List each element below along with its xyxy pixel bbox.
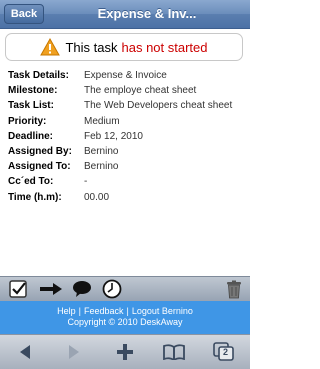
detail-value: The Web Developers cheat sheet bbox=[84, 100, 233, 112]
detail-label: Priority: bbox=[8, 115, 47, 127]
back-arrow-icon[interactable] bbox=[12, 339, 38, 365]
detail-label: Deadline: bbox=[8, 130, 54, 142]
detail-row: Deadline: Feb 12, 2010 bbox=[8, 129, 232, 144]
back-button[interactable]: Back bbox=[4, 4, 44, 24]
task-status-box: This task has not started bbox=[5, 33, 243, 61]
warning-icon bbox=[40, 38, 61, 56]
detail-value: 00.00 bbox=[84, 191, 110, 203]
detail-row: Priority: Medium bbox=[8, 114, 232, 129]
detail-value: Medium bbox=[84, 115, 120, 127]
plus-icon[interactable] bbox=[112, 339, 138, 365]
feedback-link[interactable]: Feedback bbox=[84, 306, 124, 316]
detail-value: Bernino bbox=[84, 161, 119, 173]
detail-row: Assigned By: Bernino bbox=[8, 144, 232, 159]
footer: Help | Feedback | Logout Bernino Copyright ©… bbox=[0, 301, 250, 334]
forward-arrow-icon[interactable] bbox=[61, 339, 87, 365]
detail-value: Expense & Invoice bbox=[84, 70, 167, 82]
status-prefix: This task bbox=[65, 39, 118, 55]
clock-icon[interactable] bbox=[102, 279, 122, 299]
task-action-toolbar bbox=[0, 276, 250, 301]
pages-icon[interactable]: 2 bbox=[211, 339, 237, 365]
detail-row: Time (h.m): 00.00 bbox=[8, 190, 232, 205]
separator: | bbox=[78, 306, 81, 316]
logout-link[interactable]: Logout Bernino bbox=[132, 306, 193, 316]
detail-label: Task Details: bbox=[8, 70, 69, 82]
separator: | bbox=[126, 306, 129, 316]
detail-row: Cc´ed To: - bbox=[8, 174, 232, 189]
task-details: Task Details: Expense & Invoice Milestone… bbox=[8, 68, 232, 205]
page-title: Expense & Inv... bbox=[97, 6, 197, 21]
detail-label: Assigned By: bbox=[8, 146, 72, 158]
pages-count: 2 bbox=[223, 347, 229, 357]
browser-toolbar: 2 bbox=[0, 334, 250, 369]
status-value: has not started bbox=[121, 39, 208, 55]
detail-value: The employe cheat sheet bbox=[84, 85, 197, 97]
checkbox-icon[interactable] bbox=[8, 279, 28, 299]
detail-value: Feb 12, 2010 bbox=[84, 130, 143, 142]
detail-label: Task List: bbox=[8, 100, 54, 112]
detail-value: - bbox=[84, 176, 88, 188]
detail-label: Milestone: bbox=[8, 85, 58, 97]
bookmarks-icon[interactable] bbox=[161, 339, 187, 365]
copyright-text: Copyright © 2010 DeskAway bbox=[67, 317, 183, 327]
trash-icon[interactable] bbox=[224, 279, 244, 299]
navigation-bar: Back Expense & Inv... bbox=[0, 0, 250, 29]
detail-row: Task Details: Expense & Invoice bbox=[8, 68, 232, 83]
detail-row: Task List: The Web Developers cheat sheet bbox=[8, 98, 232, 113]
detail-label: Cc´ed To: bbox=[8, 176, 54, 188]
detail-row: Assigned To: Bernino bbox=[8, 159, 232, 174]
help-link[interactable]: Help bbox=[57, 306, 76, 316]
footer-links: Help | Feedback | Logout Bernino bbox=[0, 306, 250, 316]
arrow-right-icon[interactable] bbox=[38, 279, 64, 299]
detail-value: Bernino bbox=[84, 146, 119, 158]
detail-label: Assigned To: bbox=[8, 161, 71, 173]
detail-label: Time (h.m): bbox=[8, 191, 62, 203]
detail-row: Milestone: The employe cheat sheet bbox=[8, 83, 232, 98]
speech-bubble-icon[interactable] bbox=[72, 279, 92, 299]
